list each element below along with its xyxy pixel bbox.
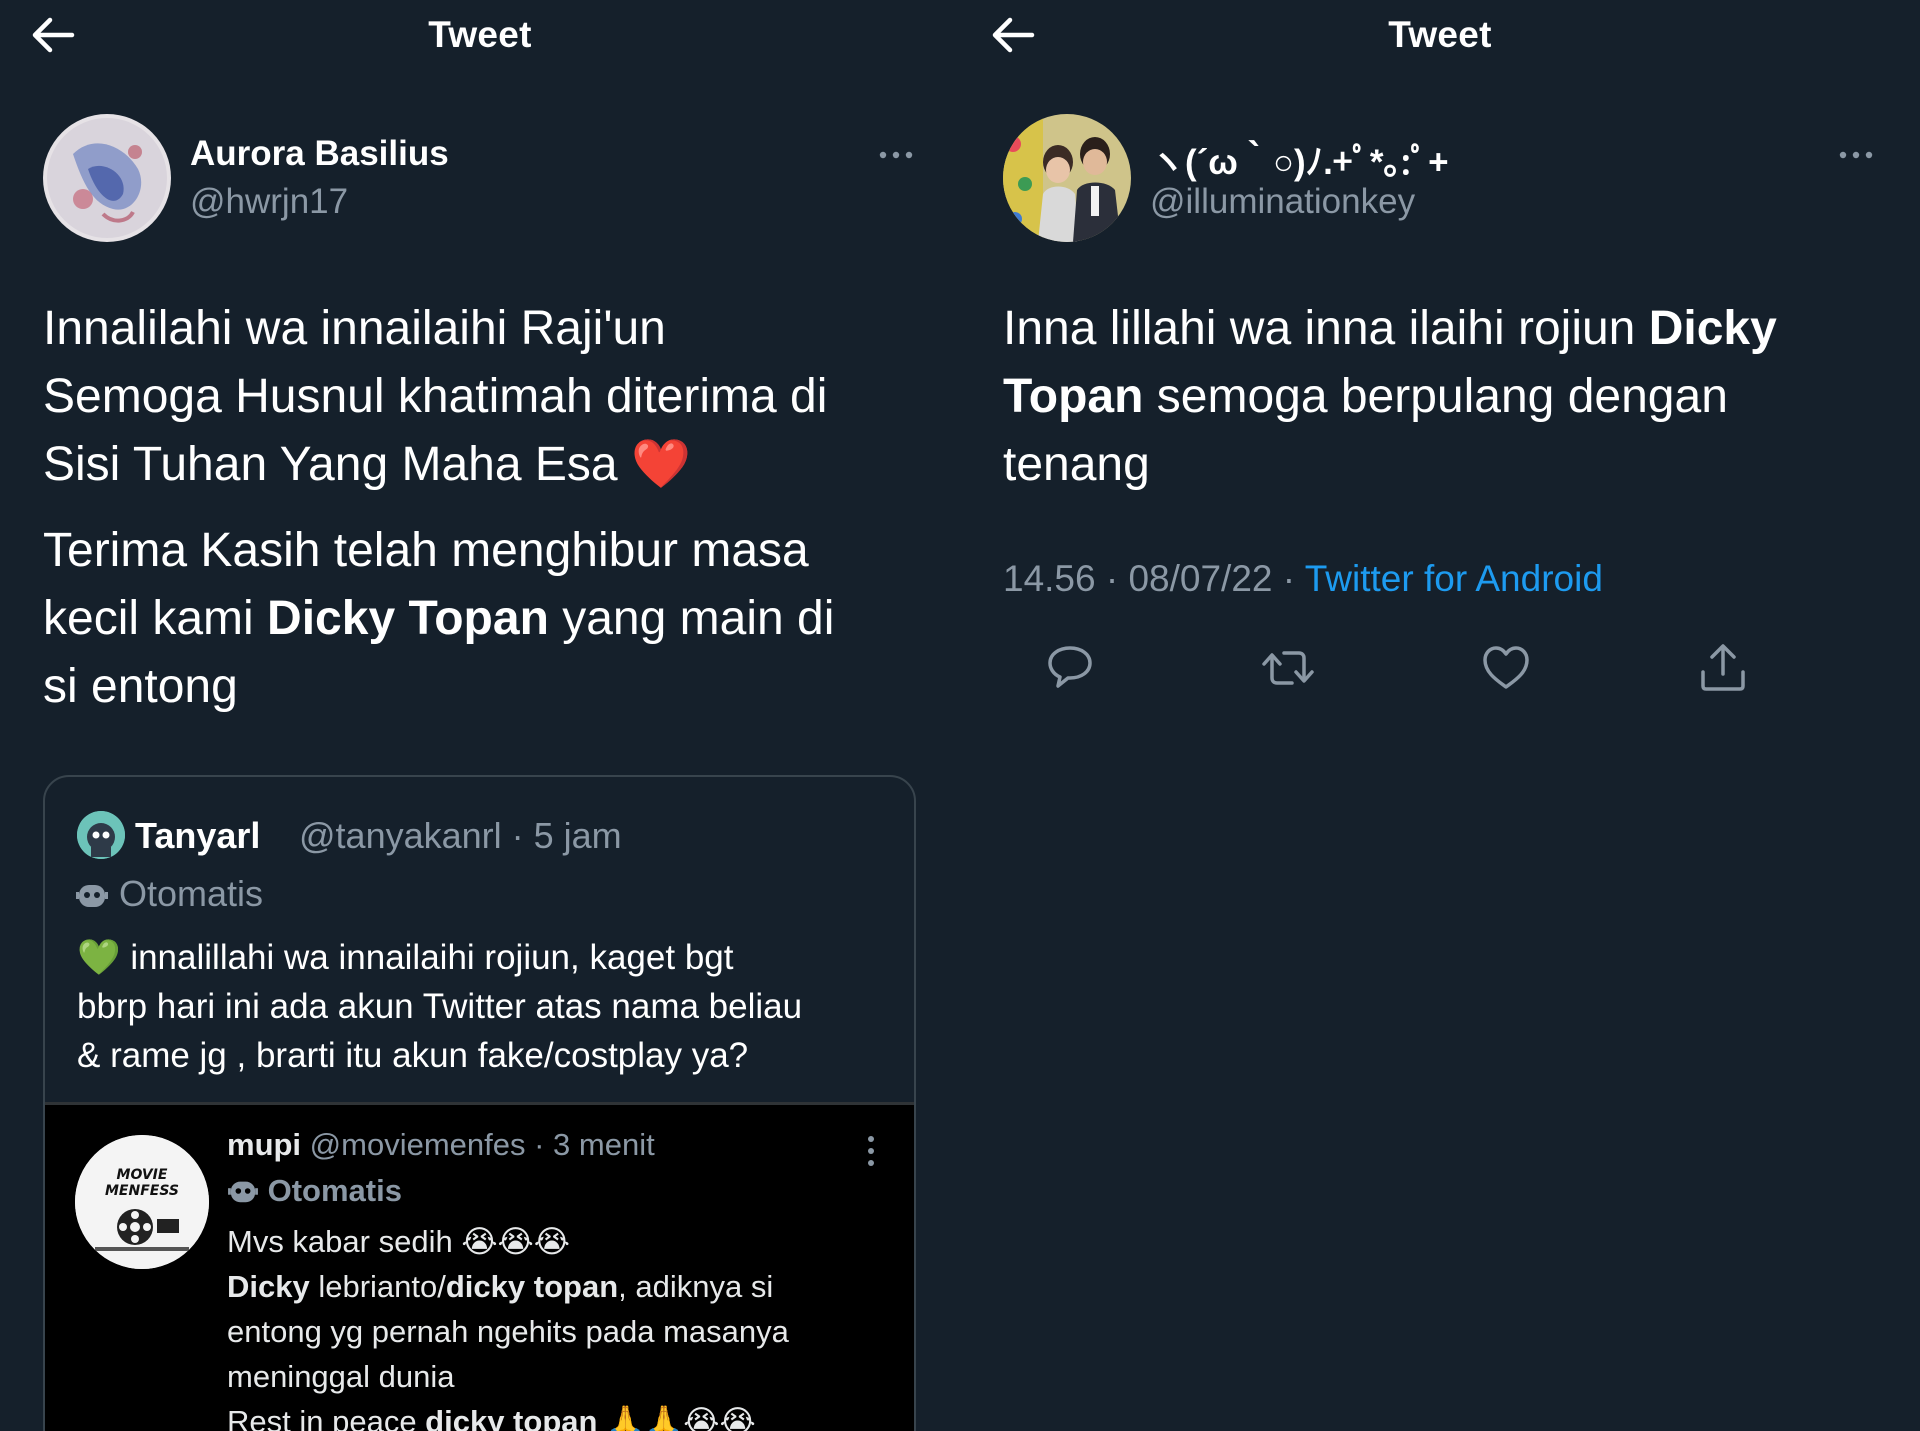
like-icon: [1483, 646, 1529, 689]
avatar-image: [43, 114, 171, 242]
tweet-text: Innalilahi wa innailaihi Raji'un Semoga …: [43, 295, 923, 721]
avatar[interactable]: [43, 114, 171, 242]
screenshot-bold-text: dicky topan: [445, 1269, 619, 1304]
quote-line-text: innalillahi wa innailaihi rojiun, kaget …: [120, 938, 734, 977]
author-name[interactable]: ヽ(´ω｀○)ﾉ.+ﾟ*｡:ﾟ+: [1150, 134, 1449, 185]
timestamp: 14.56 · 08/07/22 ·: [1003, 558, 1305, 599]
action-bar: [960, 640, 1920, 700]
screenshot-line-text: Rest in peace: [227, 1404, 426, 1431]
tweet-line-text: Inna lillahi wa inna ilaihi rojiun: [1003, 302, 1649, 355]
tweet-line: kecil kami Dicky Topan yang main di: [43, 585, 923, 653]
tweet-line: Topan semoga berpulang dengan: [1003, 363, 1883, 431]
tweet-line: Innalilahi wa innailaihi Raji'un: [43, 302, 666, 355]
tweet-line: Sisi Tuhan Yang Maha Esa ❤️: [43, 431, 923, 499]
tweet-line: Terima Kasih telah menghibur masa: [43, 524, 809, 577]
automated-text: Otomatis: [119, 873, 264, 914]
heart-emoji: ❤️: [630, 438, 691, 491]
screenshot-bold-text: Dicky: [227, 1269, 310, 1304]
more-button[interactable]: [876, 145, 916, 165]
page: Tweet Aurora Basilius @hwrjn17 Innalilah…: [0, 0, 1920, 1431]
bot-icon: [76, 885, 108, 907]
automated-label: Otomatis: [75, 873, 263, 915]
screenshot-line: Rest in peace dicky topan 🙏🙏😭😭: [227, 1399, 887, 1431]
screenshot-header: mupi @moviemenfes · 3 menit: [227, 1127, 655, 1163]
movie-menfess-logo: MOVIE MENFESS: [75, 1135, 209, 1269]
quote-line: bbrp hari ini ada akun Twitter atas nama…: [77, 987, 803, 1026]
tweet-bold-text: Dicky Topan: [267, 592, 549, 645]
avatar[interactable]: [1003, 114, 1131, 242]
tweet-line-text: kecil kami: [43, 592, 268, 645]
quote-author-name[interactable]: Tanyarl: [135, 815, 260, 857]
more-button[interactable]: [1836, 145, 1876, 165]
author-handle[interactable]: @hwrjn17: [190, 182, 348, 222]
svg-text:MOVIE: MOVIE: [117, 1167, 168, 1183]
quote-avatar-image: [77, 811, 125, 859]
green-heart-emoji: 💚: [77, 938, 121, 977]
quote-body: 💚 innalillahi wa innailaihi rojiun, kage…: [77, 933, 897, 1080]
tweet-line-text: yang main di: [548, 592, 835, 645]
left-tweet-pane: Tweet Aurora Basilius @hwrjn17 Innalilah…: [0, 0, 960, 1431]
share-icon: [1701, 644, 1745, 691]
kebab-icon: [868, 1136, 874, 1166]
tweet-meta: 14.56 · 08/07/22 · Twitter for Android: [1003, 558, 1603, 600]
tweet-bold-text: Dicky: [1648, 302, 1777, 355]
tweet-line-text: Sisi Tuhan Yang Maha Esa: [43, 438, 618, 491]
tweet-bold-text: Topan: [1003, 370, 1144, 423]
screenshot-bold-text: dicky topan: [425, 1404, 598, 1431]
screenshot-body: Mvs kabar sedih 😭😭😭 Dicky lebrianto/dick…: [227, 1219, 887, 1431]
more-icon: [1839, 151, 1873, 159]
tweet-line-text: semoga berpulang dengan: [1143, 370, 1728, 423]
quote-author-handle-time: @tanyakanrl · 5 jam: [299, 815, 622, 856]
reply-button[interactable]: [1042, 640, 1098, 696]
like-button[interactable]: [1478, 640, 1534, 696]
screenshot-line-text: , adiknya si: [618, 1269, 774, 1304]
page-title: Tweet: [1388, 14, 1492, 55]
source-link[interactable]: Twitter for Android: [1305, 558, 1603, 599]
quote-avatar[interactable]: [77, 811, 125, 859]
tweet-line: Semoga Husnul khatimah diterima di: [43, 370, 828, 423]
screenshot-line-text: lebrianto/: [309, 1269, 446, 1304]
tweet-line: si entong: [43, 660, 238, 713]
screenshot-automated-label: Otomatis: [227, 1173, 402, 1209]
top-bar: Tweet: [0, 0, 960, 70]
author-handle[interactable]: @illuminationkey: [1150, 182, 1415, 222]
screenshot-automated-text: Otomatis: [267, 1173, 402, 1208]
retweet-button[interactable]: [1260, 640, 1316, 696]
kebab-menu-button: [865, 1133, 877, 1169]
share-button[interactable]: [1695, 640, 1751, 696]
more-icon: [879, 151, 913, 159]
retweet-icon: [1262, 651, 1314, 685]
screenshot-author-name: mupi: [227, 1127, 302, 1162]
screenshot-line: entong yg pernah ngehits pada masanya: [227, 1314, 789, 1349]
tweet-text: Inna lillahi wa inna ilaihi rojiun Dicky…: [1003, 295, 1883, 499]
bot-icon: [228, 1181, 258, 1203]
top-bar: Tweet: [960, 0, 1920, 70]
svg-text:MENFESS: MENFESS: [105, 1183, 179, 1199]
reply-icon: [1048, 646, 1092, 688]
avatar-image: [1003, 114, 1131, 242]
quote-line: 💚 innalillahi wa innailaihi rojiun, kage…: [77, 933, 897, 982]
screenshot-line: Mvs kabar sedih 😭😭😭: [227, 1224, 570, 1259]
attached-screenshot[interactable]: MOVIE MENFESS mupi @moviemenfes · 3 meni…: [45, 1102, 914, 1431]
screenshot-line: meninggal dunia: [227, 1359, 455, 1394]
right-tweet-pane: Tweet ヽ(´ω｀○)ﾉ.+ﾟ*｡:ﾟ+ @illuminationkey: [960, 0, 1920, 1431]
tweet-line: Inna lillahi wa inna ilaihi rojiun Dicky: [1003, 295, 1883, 363]
quote-line: & rame jg , brarti itu akun fake/costpla…: [77, 1036, 749, 1075]
screenshot-line: Dicky lebrianto/dicky topan, adiknya si: [227, 1264, 887, 1309]
page-title: Tweet: [428, 14, 532, 55]
screenshot-handle-time: @moviemenfes · 3 menit: [301, 1127, 655, 1162]
screenshot-avatar: MOVIE MENFESS: [75, 1135, 209, 1269]
screenshot-line-text: 🙏🙏😭😭: [597, 1404, 756, 1431]
tweet-line: tenang: [1003, 438, 1150, 491]
author-name[interactable]: Aurora Basilius: [190, 134, 449, 174]
quoted-tweet-card[interactable]: Tanyarl @tanyakanrl · 5 jam Otomatis 💚 i…: [43, 775, 916, 1431]
